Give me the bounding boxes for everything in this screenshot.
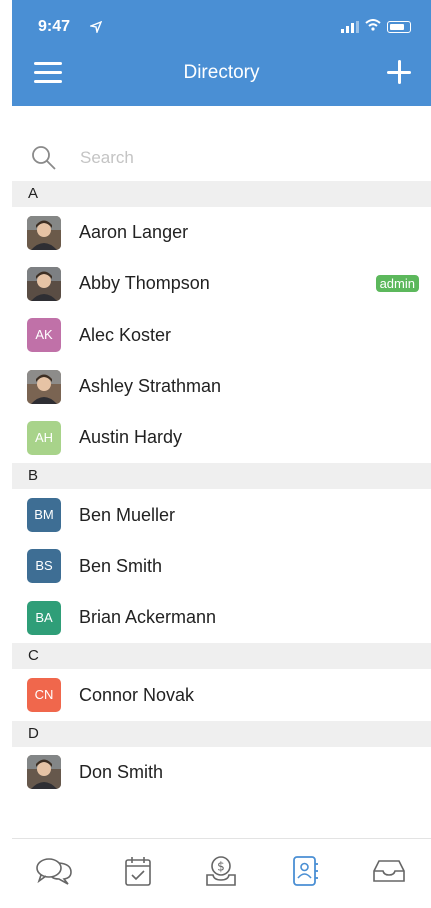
left-edge: [0, 0, 12, 907]
add-contact-button[interactable]: [385, 58, 413, 86]
section-header: C: [12, 643, 431, 670]
contact-row[interactable]: BA Brian Ackermann: [12, 592, 431, 643]
avatar-initials: BM: [27, 498, 61, 533]
contact-row[interactable]: Abby Thompson admin: [12, 258, 431, 309]
signal-icon: [341, 21, 359, 33]
contact-name: Ashley Strathman: [79, 376, 222, 397]
tab-bar: $: [12, 838, 431, 908]
tab-contacts-book[interactable]: [281, 850, 329, 898]
money-tray-icon: $: [204, 855, 238, 892]
contact-row[interactable]: BM Ben Mueller: [12, 489, 431, 540]
tab-money-tray[interactable]: $: [197, 850, 245, 898]
status-indicators: [341, 18, 411, 36]
avatar-initials: BS: [27, 549, 61, 584]
directory-list: A Aaron Langer Abby Thompson admin AK Alec …: [12, 181, 431, 798]
tab-chat-bubbles[interactable]: [30, 850, 78, 898]
search-input[interactable]: [78, 144, 402, 172]
chat-bubbles-icon: [35, 856, 73, 891]
contact-row[interactable]: Don Smith: [12, 747, 431, 798]
contact-name: Alec Koster: [79, 324, 172, 345]
section-header: B: [12, 463, 431, 490]
contact-row[interactable]: AH Austin Hardy: [12, 412, 431, 463]
battery-icon: [387, 21, 411, 33]
avatar-initials: AK: [27, 318, 61, 353]
section-header: A: [12, 181, 431, 207]
page-title: Directory: [183, 62, 260, 83]
calendar-check-icon: [123, 855, 153, 892]
contact-name: Austin Hardy: [79, 427, 183, 448]
avatar-photo: [27, 215, 61, 250]
contact-row[interactable]: Aaron Langer: [12, 207, 431, 258]
contact-name: Ben Smith: [79, 555, 163, 576]
nav-bar: Directory: [12, 58, 431, 90]
admin-badge: admin: [375, 275, 419, 293]
avatar-initials: CN: [27, 678, 61, 713]
contact-name: Connor Novak: [79, 684, 195, 705]
contact-name: Aaron Langer: [79, 222, 189, 243]
contact-row[interactable]: CN Connor Novak: [12, 669, 431, 720]
avatar-photo: [27, 266, 61, 301]
status-bar: 9:47: [38, 18, 411, 38]
contact-name: Ben Mueller: [79, 504, 176, 525]
contact-row[interactable]: BS Ben Smith: [12, 541, 431, 592]
tab-inbox-tray[interactable]: [365, 850, 413, 898]
tab-calendar-check[interactable]: [114, 850, 162, 898]
avatar-photo: [27, 755, 61, 790]
section-header: D: [12, 720, 431, 747]
contact-row[interactable]: Ashley Strathman: [12, 361, 431, 412]
location-arrow-icon: [88, 20, 103, 38]
contact-name: Abby Thompson: [79, 273, 210, 294]
avatar-initials: BA: [27, 600, 61, 635]
contact-name: Don Smith: [79, 761, 164, 782]
contact-row[interactable]: AK Alec Koster: [12, 310, 431, 361]
app-header: 9:47 Directory: [12, 0, 431, 106]
contacts-book-icon: [290, 855, 320, 892]
search-bar: [12, 134, 431, 180]
status-time: 9:47: [38, 18, 71, 35]
inbox-tray-icon: [371, 857, 407, 890]
search-icon: [32, 146, 56, 170]
avatar-photo: [27, 369, 61, 404]
contact-name: Brian Ackermann: [79, 607, 217, 628]
svg-text:$: $: [218, 860, 226, 874]
avatar-initials: AH: [27, 420, 61, 455]
wifi-icon: [365, 18, 381, 36]
